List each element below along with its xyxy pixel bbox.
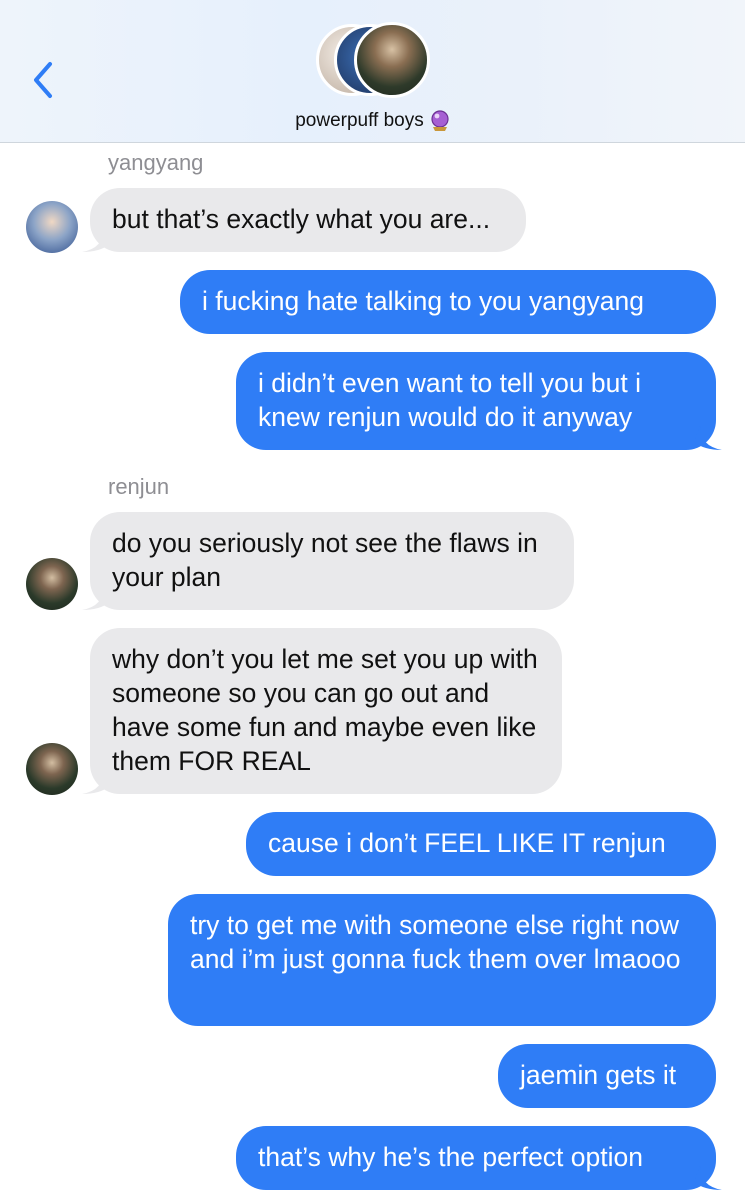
message-bubble-incoming[interactable]: do you seriously not see the flaws in yo… [90,512,574,610]
group-title[interactable]: powerpuff boys [0,110,745,132]
bubble-tail [82,586,110,610]
message-text: do you seriously not see the flaws in yo… [112,528,538,592]
message-bubble-incoming[interactable]: but that’s exactly what you are... [90,188,526,252]
group-avatar-stack[interactable] [316,22,430,98]
message-text: cause i don’t FEEL LIKE IT renjun [268,828,666,858]
message-text: but that’s exactly what you are... [112,204,491,234]
bubble-tail [82,228,110,252]
message-text: jaemin gets it [520,1060,677,1090]
back-button[interactable] [28,58,58,102]
sender-name: yangyang [108,150,204,175]
group-name: powerpuff boys [295,110,424,131]
conversation-header: powerpuff boys [0,0,745,143]
sender-avatar[interactable] [26,558,78,610]
sender-name: renjun [108,474,170,499]
bubble-tail [694,426,722,450]
bubble-tail [694,1166,722,1190]
message-bubble-outgoing[interactable]: jaemin gets it [498,1044,716,1108]
bubble-tail [82,770,110,794]
chevron-left-icon [34,62,52,98]
message-text: try to get me with someone else right no… [190,910,681,974]
member-avatar [354,22,430,98]
message-bubble-outgoing[interactable]: cause i don’t FEEL LIKE IT renjun [246,812,716,876]
sender-avatar[interactable] [26,201,78,253]
message-text: i fucking hate talking to you yangyang [202,286,644,316]
message-text: that’s why he’s the perfect option [258,1142,643,1172]
crystal-ball-icon [431,110,449,131]
sender-avatar[interactable] [26,743,78,795]
message-text: i didn’t even want to tell you but i kne… [258,368,642,432]
message-bubble-incoming[interactable]: why don’t you let me set you up with som… [90,628,562,794]
message-bubble-outgoing[interactable]: i fucking hate talking to you yangyang [180,270,716,334]
message-bubble-outgoing[interactable]: i didn’t even want to tell you but i kne… [236,352,716,450]
message-bubble-outgoing[interactable]: that’s why he’s the perfect option [236,1126,716,1190]
message-text: why don’t you let me set you up with som… [112,644,538,776]
message-bubble-outgoing[interactable]: try to get me with someone else right no… [168,894,716,1026]
